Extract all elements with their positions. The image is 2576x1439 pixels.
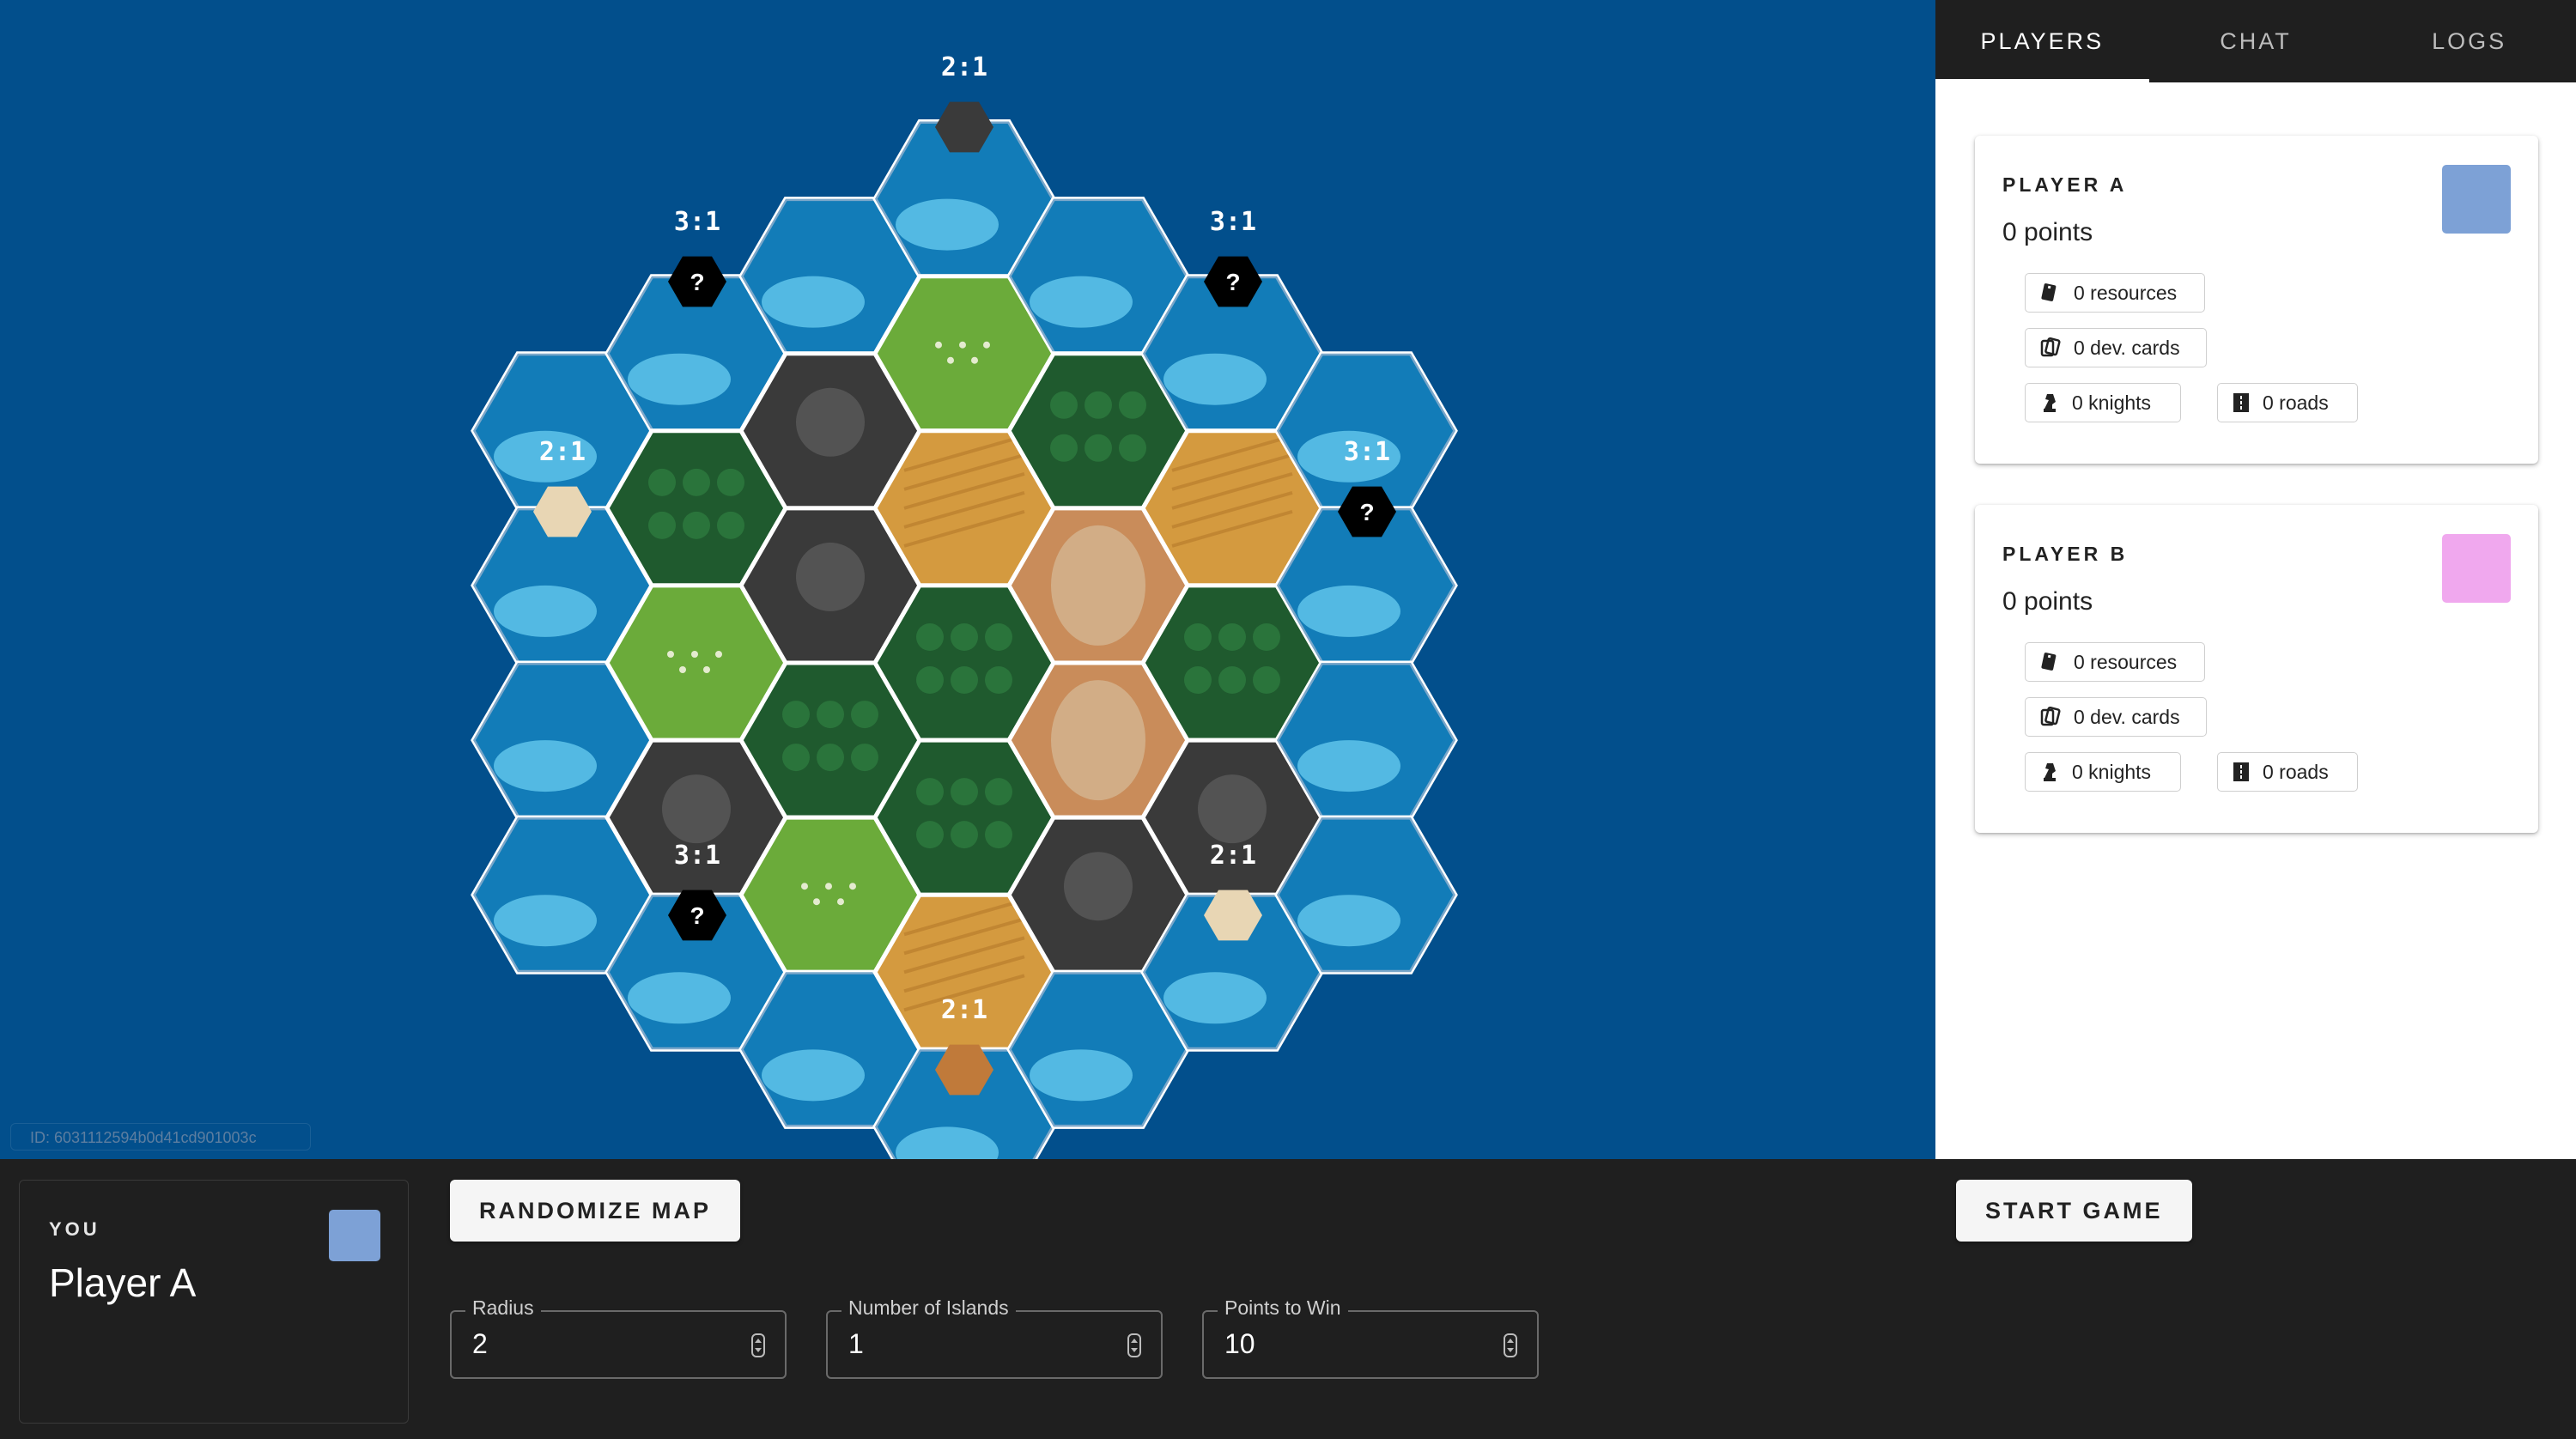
game-id-label: ID: 6031112594b0d41cd901003c	[10, 1123, 311, 1151]
port-ratio: 2:1	[1210, 841, 1256, 871]
knights-count: 0 knights	[2072, 391, 2152, 414]
spinner-arrows-icon[interactable]	[1127, 1333, 1142, 1358]
dev-cards-count: 0 dev. cards	[2074, 336, 2180, 359]
port-ratio: 3:1	[674, 207, 720, 237]
you-label: YOU	[49, 1218, 100, 1240]
player-card-a: PLAYER A 0 points 0 resources 0 dev. car…	[1975, 136, 2538, 464]
dev-cards-icon	[2040, 706, 2061, 726]
port-ratio: 2:1	[941, 52, 987, 82]
port: 3:1?	[668, 207, 726, 307]
knight-icon	[2044, 394, 2056, 412]
islands-input[interactable]	[847, 1327, 1108, 1361]
question-mark: ?	[690, 269, 704, 295]
tab-chat[interactable]: CHAT	[2149, 0, 2363, 82]
you-player-name: Player A	[49, 1260, 197, 1305]
road-icon	[2233, 393, 2249, 412]
player-name: PLAYER B	[2002, 543, 2129, 565]
islands-label: Number of Islands	[841, 1296, 1016, 1320]
port-ratio: 3:1	[1344, 437, 1390, 467]
cards-icon	[2041, 653, 2057, 671]
knights-chip: 0 knights	[2025, 383, 2181, 422]
port: 3:1?	[1204, 207, 1262, 307]
tab-players[interactable]: PLAYERS	[1935, 0, 2149, 82]
roads-count: 0 roads	[2263, 391, 2329, 414]
randomize-map-button[interactable]: RANDOMIZE MAP	[450, 1180, 740, 1242]
question-mark: ?	[690, 902, 704, 929]
points-to-win-label: Points to Win	[1218, 1296, 1348, 1320]
points-to-win-input[interactable]	[1223, 1327, 1484, 1361]
port-ratio: 2:1	[941, 995, 987, 1025]
hex-map[interactable]: 2:13:1?3:1?2:1 3:1?3:1?2:12:1	[0, 0, 1935, 1159]
player-points: 0 points	[2002, 218, 2093, 246]
dev-cards-chip: 0 dev. cards	[2025, 328, 2207, 367]
player-card-b: PLAYER B 0 points 0 resources 0 dev. car…	[1975, 505, 2538, 833]
tab-logs[interactable]: LOGS	[2362, 0, 2576, 82]
cards-icon	[2041, 283, 2057, 301]
dev-cards-icon	[2040, 337, 2061, 357]
roads-chip: 0 roads	[2217, 752, 2358, 792]
roads-chip: 0 roads	[2217, 383, 2358, 422]
points-to-win-field: Points to Win	[1202, 1296, 1539, 1379]
radius-field: Radius	[450, 1296, 787, 1379]
dev-cards-count: 0 dev. cards	[2074, 705, 2180, 728]
knights-count: 0 knights	[2072, 760, 2152, 783]
dev-cards-chip: 0 dev. cards	[2025, 697, 2207, 737]
road-icon	[2233, 762, 2249, 781]
islands-field: Number of Islands	[826, 1296, 1163, 1379]
port: 2:1	[935, 52, 993, 153]
players-sidebar: PLAYERS CHAT LOGS PLAYER A 0 points 0 re…	[1935, 0, 2576, 1159]
sidebar-tabs: PLAYERS CHAT LOGS	[1935, 0, 2576, 82]
spinner-arrows-icon[interactable]	[750, 1333, 766, 1358]
port-ratio: 3:1	[674, 841, 720, 871]
radius-label: Radius	[465, 1296, 541, 1320]
start-game-button[interactable]: START GAME	[1956, 1180, 2192, 1242]
player-color-swatch	[2442, 165, 2511, 234]
question-mark: ?	[1359, 499, 1374, 525]
resources-chip: 0 resources	[2025, 642, 2205, 682]
port-ratio: 2:1	[539, 437, 586, 467]
roads-count: 0 roads	[2263, 760, 2329, 783]
game-settings-bar: YOU Player A RANDOMIZE MAP START GAME Ra…	[0, 1159, 2576, 1439]
spinner-arrows-icon[interactable]	[1503, 1333, 1518, 1358]
player-points: 0 points	[2002, 587, 2093, 616]
game-board-area: 2:1 3:1? 3:1? 2:1 3:1? 3:1? 2:1 2:1 ID: 6031112…	[0, 0, 1935, 1159]
you-color-swatch	[329, 1210, 380, 1261]
player-name: PLAYER A	[2002, 173, 2128, 196]
you-card: YOU Player A	[19, 1180, 409, 1424]
player-color-swatch	[2442, 534, 2511, 603]
knights-chip: 0 knights	[2025, 752, 2181, 792]
resources-count: 0 resources	[2074, 650, 2178, 673]
question-mark: ?	[1225, 269, 1240, 295]
resources-count: 0 resources	[2074, 281, 2178, 304]
radius-input[interactable]	[471, 1327, 732, 1361]
resources-chip: 0 resources	[2025, 273, 2205, 313]
knight-icon	[2044, 763, 2056, 781]
port-ratio: 3:1	[1210, 207, 1256, 237]
